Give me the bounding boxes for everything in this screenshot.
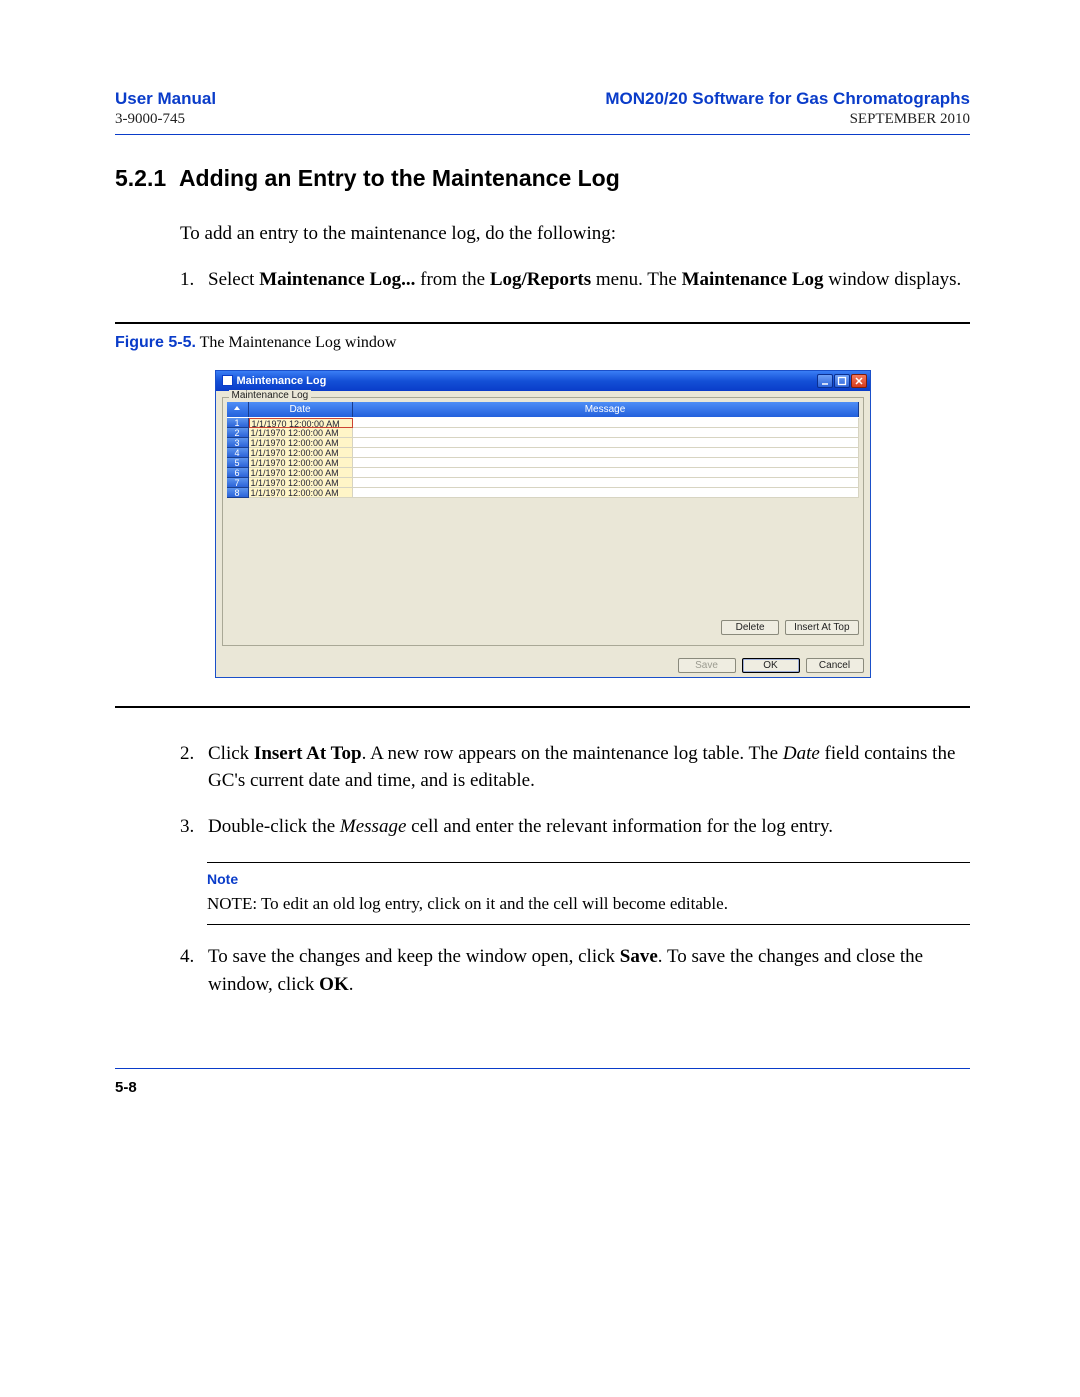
section-heading: 5.2.1 Adding an Entry to the Maintenance…	[115, 165, 970, 192]
step-1-bold-b: Maintenance Log...	[259, 269, 415, 290]
table-row[interactable]: 61/1/1970 12:00:00 AM	[227, 468, 859, 478]
row-message-cell[interactable]	[353, 418, 859, 428]
row-date-cell[interactable]: 1/1/1970 12:00:00 AM	[249, 418, 353, 428]
header-right-sub: SEPTEMBER 2010	[605, 110, 970, 130]
row-date-cell[interactable]: 1/1/1970 12:00:00 AM	[249, 468, 353, 478]
table-row[interactable]: 41/1/1970 12:00:00 AM	[227, 448, 859, 458]
table-row[interactable]: 51/1/1970 12:00:00 AM	[227, 458, 859, 468]
step-1: 1. Select Maintenance Log... from the Lo…	[180, 266, 970, 294]
row-date-cell[interactable]: 1/1/1970 12:00:00 AM	[249, 438, 353, 448]
row-message-cell[interactable]	[353, 428, 859, 438]
step-2-text-a: Click	[208, 743, 254, 764]
table-row[interactable]: 11/1/1970 12:00:00 AM	[227, 418, 859, 428]
note-label: Note	[207, 869, 970, 889]
row-date-cell[interactable]: 1/1/1970 12:00:00 AM	[249, 428, 353, 438]
figure-number: Figure 5-5.	[115, 334, 196, 351]
grid-header-message[interactable]: Message	[353, 402, 859, 417]
step-4-bold-d: OK	[319, 974, 349, 995]
step-1-text-c: from the	[415, 269, 489, 290]
row-index-cell: 1	[227, 418, 249, 428]
insert-at-top-button[interactable]: Insert At Top	[785, 620, 858, 635]
row-date-cell[interactable]: 1/1/1970 12:00:00 AM	[249, 488, 353, 498]
step-3-text-a: Double-click the	[208, 816, 340, 837]
row-index-cell: 7	[227, 478, 249, 488]
note-text: NOTE: To edit an old log entry, click on…	[207, 894, 728, 913]
step-4-bold-b: Save	[620, 946, 658, 967]
step-2: 2. Click Insert At Top. A new row appear…	[180, 740, 970, 795]
step-1-text-a: Select	[208, 269, 259, 290]
step-4-number: 4.	[180, 943, 208, 998]
row-index-cell: 3	[227, 438, 249, 448]
row-index-cell: 4	[227, 448, 249, 458]
sort-icon	[232, 404, 242, 412]
header-left-sub: 3-9000-745	[115, 110, 216, 130]
step-3-text-c: cell and enter the relevant information …	[406, 816, 833, 837]
close-button[interactable]	[851, 374, 867, 388]
maintenance-log-window: Maintenance Log Maintenance Log Date Mes…	[215, 370, 871, 678]
window-titlebar[interactable]: Maintenance Log	[216, 371, 870, 391]
row-message-cell[interactable]	[353, 488, 859, 498]
step-4-text-e: .	[349, 974, 354, 995]
ok-button[interactable]: OK	[742, 658, 800, 673]
row-index-cell: 5	[227, 458, 249, 468]
delete-button[interactable]: Delete	[721, 620, 779, 635]
figure-caption: Figure 5-5. The Maintenance Log window	[115, 334, 970, 352]
minimize-button[interactable]	[817, 374, 833, 388]
row-index-cell: 2	[227, 428, 249, 438]
row-date-cell[interactable]: 1/1/1970 12:00:00 AM	[249, 448, 353, 458]
page-number: 5-8	[115, 1079, 970, 1096]
figure-top-rule	[115, 322, 970, 324]
step-3-number: 3.	[180, 813, 208, 841]
step-3: 3. Double-click the Message cell and ent…	[180, 813, 970, 841]
row-message-cell[interactable]	[353, 468, 859, 478]
table-row[interactable]: 71/1/1970 12:00:00 AM	[227, 478, 859, 488]
row-message-cell[interactable]	[353, 458, 859, 468]
header-left-title: User Manual	[115, 88, 216, 110]
app-icon	[222, 375, 233, 386]
row-index-cell: 8	[227, 488, 249, 498]
grid-header-index[interactable]	[227, 402, 249, 417]
maximize-button[interactable]	[834, 374, 850, 388]
figure-bottom-rule	[115, 706, 970, 708]
save-button[interactable]: Save	[678, 658, 736, 673]
header-right-title: MON20/20 Software for Gas Chromatographs	[605, 88, 970, 110]
maintenance-log-groupbox: Maintenance Log Date Message 11/1/1970 1…	[222, 397, 864, 646]
step-3-italic-b: Message	[340, 816, 406, 837]
row-message-cell[interactable]	[353, 448, 859, 458]
step-2-number: 2.	[180, 740, 208, 795]
step-1-bold-d: Log/Reports	[490, 269, 591, 290]
step-2-text-c: . A new row appears on the maintenance l…	[362, 743, 783, 764]
log-grid[interactable]: Date Message 11/1/1970 12:00:00 AM21/1/1…	[227, 402, 859, 614]
row-message-cell[interactable]	[353, 438, 859, 448]
step-4-text-a: To save the changes and keep the window …	[208, 946, 620, 967]
note-block: Note NOTE: To edit an old log entry, cli…	[207, 862, 970, 925]
footer-rule	[115, 1068, 970, 1069]
step-1-text-e: menu. The	[591, 269, 681, 290]
row-index-cell: 6	[227, 468, 249, 478]
header-rule	[115, 134, 970, 135]
cancel-button[interactable]: Cancel	[806, 658, 864, 673]
step-4: 4. To save the changes and keep the wind…	[180, 943, 970, 998]
step-2-bold-b: Insert At Top	[254, 743, 362, 764]
row-date-cell[interactable]: 1/1/1970 12:00:00 AM	[249, 458, 353, 468]
table-row[interactable]: 21/1/1970 12:00:00 AM	[227, 428, 859, 438]
row-message-cell[interactable]	[353, 478, 859, 488]
step-1-bold-f: Maintenance Log	[682, 269, 824, 290]
grid-header-date[interactable]: Date	[249, 402, 353, 417]
row-date-cell[interactable]: 1/1/1970 12:00:00 AM	[249, 478, 353, 488]
section-number: 5.2.1	[115, 165, 166, 191]
step-2-italic-d: Date	[783, 743, 820, 764]
table-row[interactable]: 31/1/1970 12:00:00 AM	[227, 438, 859, 448]
step-1-number: 1.	[180, 266, 208, 294]
section-title: Adding an Entry to the Maintenance Log	[179, 165, 620, 191]
page-header: User Manual 3-9000-745 MON20/20 Software…	[115, 88, 970, 130]
window-title: Maintenance Log	[237, 375, 327, 387]
table-row[interactable]: 81/1/1970 12:00:00 AM	[227, 488, 859, 498]
grid-header-row: Date Message	[227, 402, 859, 418]
intro-text: To add an entry to the maintenance log, …	[180, 220, 970, 248]
step-1-text-g: window displays.	[824, 269, 962, 290]
groupbox-legend: Maintenance Log	[229, 390, 312, 401]
figure-caption-text: The Maintenance Log window	[196, 334, 397, 351]
